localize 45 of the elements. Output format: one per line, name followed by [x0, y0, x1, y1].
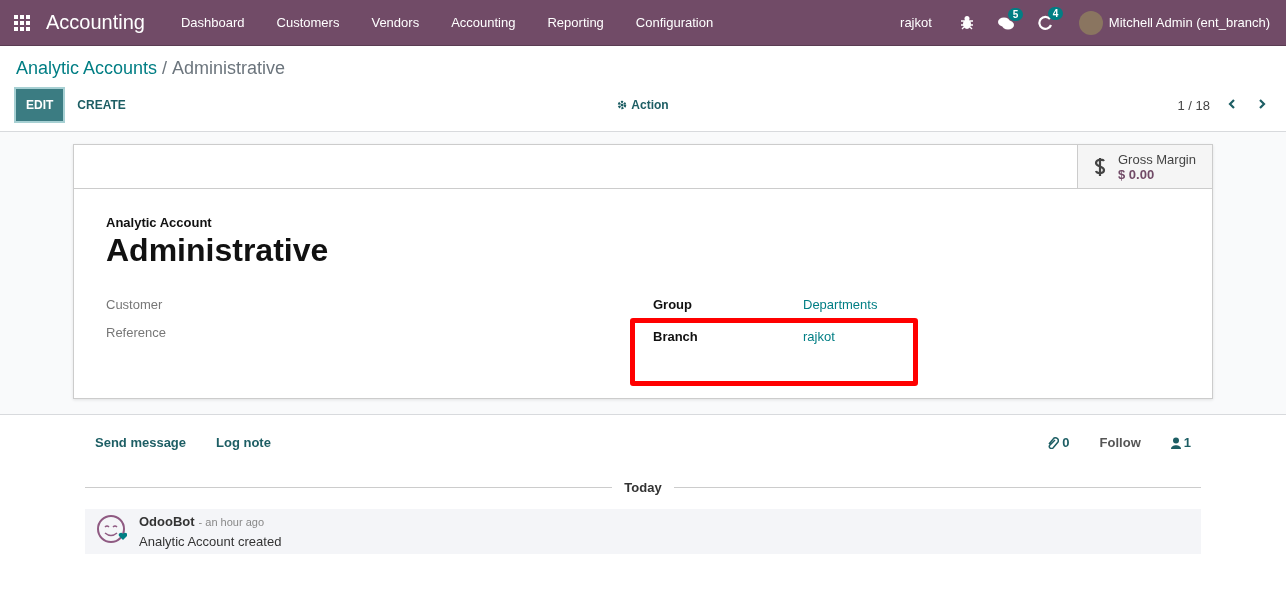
dollar-icon	[1093, 157, 1106, 176]
branch-switcher[interactable]: rajkot	[884, 15, 948, 30]
menu-item[interactable]: Accounting	[435, 15, 532, 30]
action-button[interactable]: Action	[607, 89, 679, 121]
menu-item[interactable]: Customers	[260, 15, 356, 30]
record-type-label: Analytic Account	[106, 215, 213, 230]
count-badge: 5	[1007, 7, 1024, 21]
menu-item[interactable]: Dashboard	[164, 15, 261, 30]
chevron-right-icon	[1258, 99, 1266, 109]
app-name: Accounting	[46, 11, 145, 34]
date-separator: Today	[624, 480, 662, 495]
follow-button[interactable]: Follow	[1089, 431, 1151, 454]
message-body: Analytic Account created	[139, 534, 282, 549]
log-note-button[interactable]: Log note	[206, 431, 281, 454]
bug-icon[interactable]	[959, 15, 974, 30]
attachments-button[interactable]: 0	[1036, 431, 1080, 454]
pager-value: 1 / 18	[1177, 97, 1210, 113]
menu-item[interactable]: Vendors	[355, 15, 436, 30]
breadcrumb-separator: /	[162, 58, 168, 79]
field-label: Group	[653, 297, 693, 314]
message-author: OdooBot	[139, 514, 195, 529]
count-badge: 4	[1047, 7, 1064, 20]
menu-item[interactable]: Configuration	[619, 15, 730, 30]
message-time: - an hour ago	[198, 516, 265, 528]
field-value-link[interactable]: Departments	[803, 297, 1180, 325]
chevron-left-icon	[1228, 99, 1236, 109]
menu-item[interactable]: Reporting	[531, 15, 620, 30]
create-button[interactable]: CREATE	[67, 89, 136, 121]
apps-menu-icon[interactable]	[14, 14, 30, 31]
person-icon	[1170, 436, 1181, 449]
record-name: Administrative	[106, 232, 330, 269]
chat-icon[interactable]	[997, 15, 1014, 30]
send-message-button[interactable]: Send message	[85, 431, 197, 454]
breadcrumb-current: Administrative	[172, 58, 286, 79]
breadcrumb-link[interactable]: Analytic Accounts	[16, 58, 158, 79]
paperclip-icon	[1046, 436, 1060, 449]
bot-avatar-icon	[95, 514, 127, 546]
gross-margin-button[interactable]: Gross Margin $ 0.00	[1076, 145, 1212, 188]
edit-button[interactable]: EDIT	[16, 89, 64, 121]
followers-button[interactable]: 1	[1160, 431, 1201, 454]
field-label: Reference	[106, 325, 167, 342]
field-label: Customer	[106, 297, 164, 314]
user-name[interactable]: Mitchell Admin (ent_branch)	[1108, 15, 1270, 30]
field-value-link[interactable]: rajkot	[803, 329, 913, 357]
field-label: Branch	[653, 329, 699, 346]
